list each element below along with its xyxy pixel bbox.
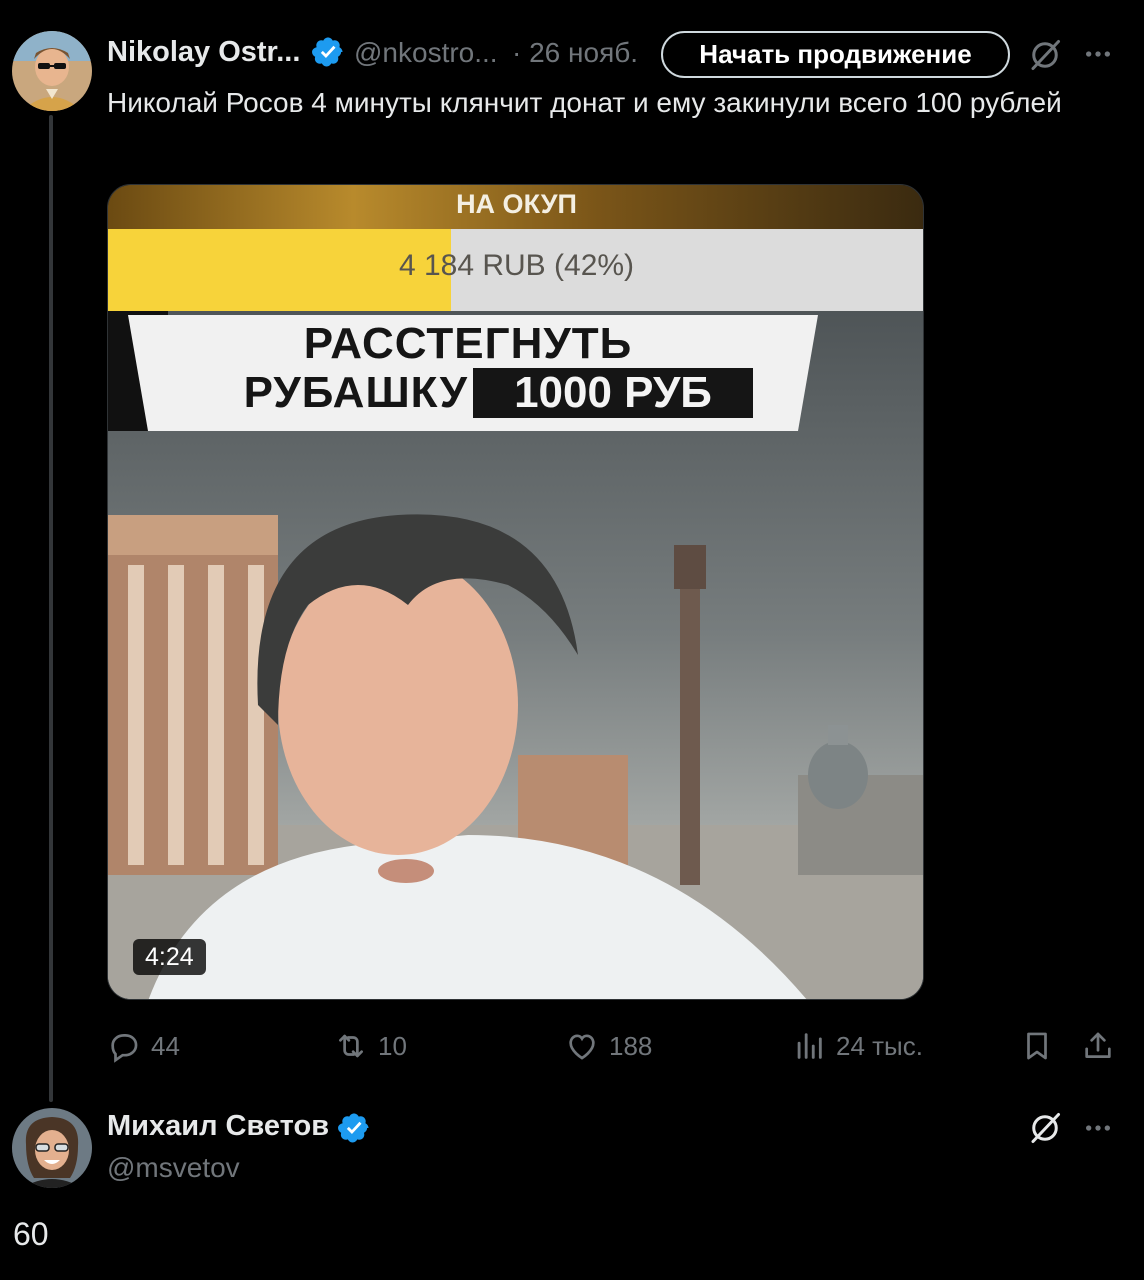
like-count: 188 (609, 1030, 653, 1061)
views-count: 24 тыс. (836, 1030, 923, 1061)
author-avatar[interactable] (12, 31, 92, 111)
reply-icon (111, 1034, 138, 1063)
reply-verified-badge-icon (338, 1113, 369, 1143)
reply-author-handle[interactable]: @msvetov (107, 1152, 240, 1184)
author-name[interactable]: Nikolay Ostr... (107, 36, 300, 69)
bookmark-action[interactable] (1020, 1026, 1054, 1066)
reply-author-name[interactable]: Михаил Светов (107, 1110, 329, 1143)
reply-text: 60 (13, 1216, 49, 1252)
banner-line1: РАССТЕГНУТЬ (303, 319, 633, 368)
promote-button[interactable]: Начать продвижение (661, 31, 1010, 78)
tweet-date[interactable]: · 26 нояб. (512, 37, 638, 69)
bookmark-icon (1027, 1032, 1047, 1060)
video-frame (108, 185, 923, 999)
reply-action[interactable]: 44 (107, 1026, 180, 1066)
reply-grok-icon[interactable] (1026, 1109, 1064, 1147)
reply-author-avatar[interactable] (12, 1108, 92, 1188)
banner-price: 1000 РУБ (514, 368, 712, 417)
like-action[interactable]: 188 (565, 1026, 652, 1066)
reply-more-options-icon[interactable] (1080, 1112, 1116, 1144)
repost-action[interactable]: 10 (334, 1026, 407, 1066)
video-duration: 4:24 (133, 939, 206, 975)
more-options-icon[interactable] (1080, 38, 1116, 70)
author-handle[interactable]: @nkostro... (354, 37, 498, 69)
heart-icon (569, 1034, 595, 1060)
tweet-text: Николай Росов 4 минуты клянчит донат и е… (107, 87, 1062, 118)
overlay-title: НА ОКУП (456, 189, 577, 219)
thread-line (49, 115, 53, 1102)
views-icon (797, 1033, 822, 1059)
reply-count: 44 (151, 1030, 180, 1061)
repost-count: 10 (378, 1030, 407, 1061)
repost-icon (339, 1034, 363, 1058)
progress-text: 4 184 RUB (42%) (398, 249, 635, 282)
banner-line2: РУБАШКУ (243, 368, 468, 417)
views-action[interactable]: 24 тыс. (792, 1026, 923, 1066)
share-icon (1085, 1032, 1111, 1058)
grok-icon[interactable] (1026, 36, 1064, 74)
share-action[interactable] (1081, 1026, 1115, 1066)
video-player[interactable]: НА ОКУП 4 184 RUB (42%) РАССТЕГНУТЬ РУБА… (107, 184, 924, 1000)
verified-badge-icon (312, 37, 343, 67)
